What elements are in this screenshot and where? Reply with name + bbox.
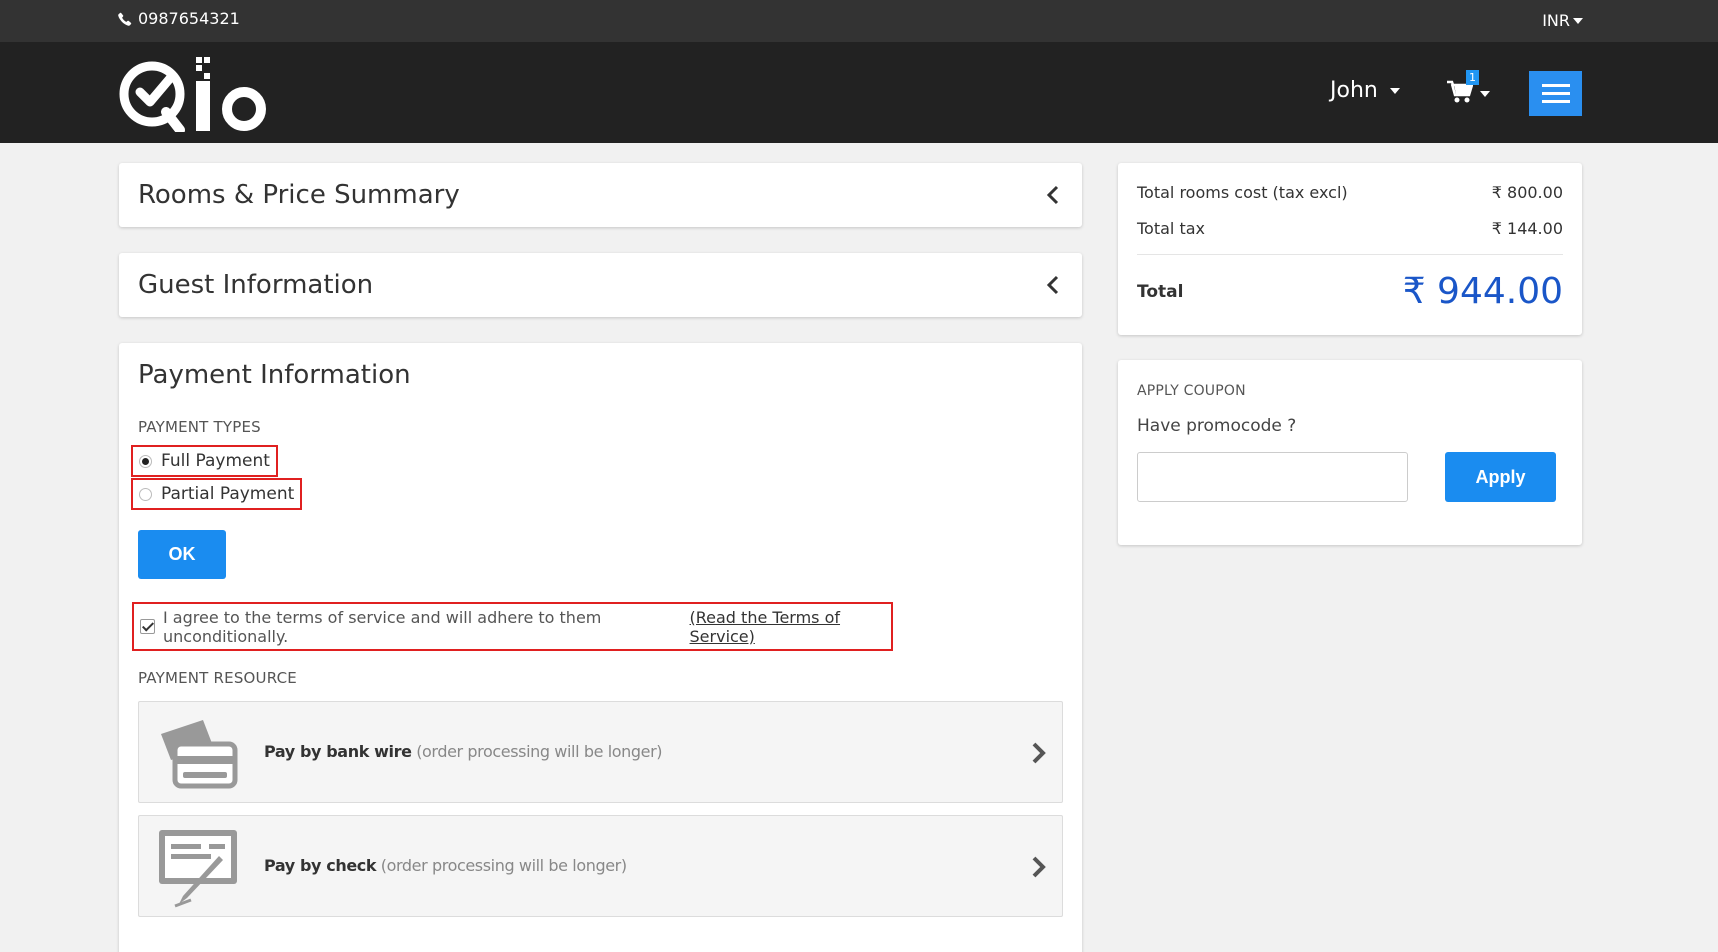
rooms-cost-value: ₹ 800.00 bbox=[1491, 183, 1563, 202]
total-row: Total ₹ 944.00 bbox=[1137, 271, 1563, 312]
pay-by-check-option[interactable]: Pay by check (order processing will be l… bbox=[138, 815, 1063, 917]
tax-value: ₹ 144.00 bbox=[1491, 219, 1563, 238]
user-menu[interactable]: John bbox=[1330, 78, 1400, 103]
promocode-prompt: Have promocode ? bbox=[1137, 416, 1297, 436]
rooms-cost-label: Total rooms cost (tax excl) bbox=[1137, 183, 1348, 202]
chevron-left-icon[interactable] bbox=[1044, 274, 1064, 296]
cart-button[interactable]: 1 bbox=[1445, 70, 1495, 112]
full-payment-radio[interactable] bbox=[139, 454, 152, 468]
apply-coupon-button[interactable]: Apply bbox=[1445, 452, 1556, 502]
menu-line bbox=[1541, 100, 1570, 103]
menu-line bbox=[1541, 84, 1570, 87]
section-title: Payment Information bbox=[138, 360, 411, 390]
apply-coupon-card: APPLY COUPON Have promocode ? Apply bbox=[1118, 360, 1582, 545]
bank-wire-note: (order processing will be longer) bbox=[416, 742, 663, 761]
section-title: Guest Information bbox=[138, 270, 374, 300]
currency-dropdown[interactable]: INR bbox=[1542, 11, 1583, 30]
caret-down-icon bbox=[1480, 91, 1490, 97]
terms-checkbox[interactable] bbox=[140, 619, 155, 634]
cart-count-badge: 1 bbox=[1466, 70, 1479, 85]
check-payment-icon bbox=[159, 830, 237, 908]
terms-text: I agree to the terms of service and will… bbox=[163, 607, 602, 646]
bank-wire-name: Pay by bank wire bbox=[264, 742, 412, 761]
chevron-right-icon bbox=[1032, 742, 1046, 764]
top-bar: 0987654321 INR bbox=[0, 0, 1718, 42]
user-name: John bbox=[1330, 78, 1378, 103]
payment-information-section: Payment Information PAYMENT TYPES Full P… bbox=[119, 343, 1082, 952]
tax-row: Total tax ₹ 144.00 bbox=[1137, 219, 1563, 238]
currency-label: INR bbox=[1542, 11, 1570, 30]
terms-of-service-link[interactable]: (Read the Terms of Service) bbox=[690, 608, 891, 646]
bank-card-icon bbox=[161, 720, 238, 789]
payment-types-label: PAYMENT TYPES bbox=[138, 418, 261, 436]
pay-by-bank-wire-option[interactable]: Pay by bank wire (order processing will … bbox=[138, 701, 1063, 803]
menu-line bbox=[1541, 92, 1570, 95]
phone-number: 0987654321 bbox=[138, 9, 240, 28]
terms-agreement: I agree to the terms of service and will… bbox=[132, 602, 893, 651]
guest-information-section[interactable]: Guest Information bbox=[119, 253, 1082, 317]
ok-button[interactable]: OK bbox=[138, 530, 226, 579]
partial-payment-option[interactable]: Partial Payment bbox=[131, 478, 303, 510]
rooms-price-summary-section[interactable]: Rooms & Price Summary bbox=[119, 163, 1082, 227]
order-summary-card: Total rooms cost (tax excl) ₹ 800.00 Tot… bbox=[1118, 163, 1582, 335]
chevron-right-icon bbox=[1032, 856, 1046, 878]
promocode-input[interactable] bbox=[1137, 452, 1408, 502]
total-label: Total bbox=[1137, 281, 1184, 302]
rooms-cost-row: Total rooms cost (tax excl) ₹ 800.00 bbox=[1137, 183, 1563, 202]
full-payment-label: Full Payment bbox=[161, 451, 270, 471]
phone-contact[interactable]: 0987654321 bbox=[118, 9, 240, 28]
check-name: Pay by check bbox=[264, 856, 377, 875]
main-header: John 1 bbox=[0, 42, 1718, 143]
qlo-logo[interactable] bbox=[118, 54, 274, 132]
check-note: (order processing will be longer) bbox=[380, 856, 627, 875]
bank-wire-text: Pay by bank wire (order processing will … bbox=[264, 742, 663, 761]
chevron-left-icon[interactable] bbox=[1044, 184, 1064, 206]
check-text: Pay by check (order processing will be l… bbox=[264, 856, 627, 875]
caret-down-icon bbox=[1389, 87, 1400, 94]
divider bbox=[1137, 254, 1563, 255]
total-value: ₹ 944.00 bbox=[1402, 271, 1563, 312]
apply-coupon-label: APPLY COUPON bbox=[1137, 383, 1246, 399]
partial-payment-radio[interactable] bbox=[139, 487, 152, 501]
tax-label: Total tax bbox=[1137, 219, 1205, 238]
caret-down-icon bbox=[1573, 17, 1583, 24]
hamburger-menu-button[interactable] bbox=[1529, 71, 1582, 116]
partial-payment-label: Partial Payment bbox=[161, 484, 295, 504]
payment-resource-label: PAYMENT RESOURCE bbox=[138, 669, 297, 687]
phone-icon bbox=[118, 12, 132, 26]
section-title: Rooms & Price Summary bbox=[138, 180, 460, 210]
full-payment-option[interactable]: Full Payment bbox=[131, 445, 278, 477]
